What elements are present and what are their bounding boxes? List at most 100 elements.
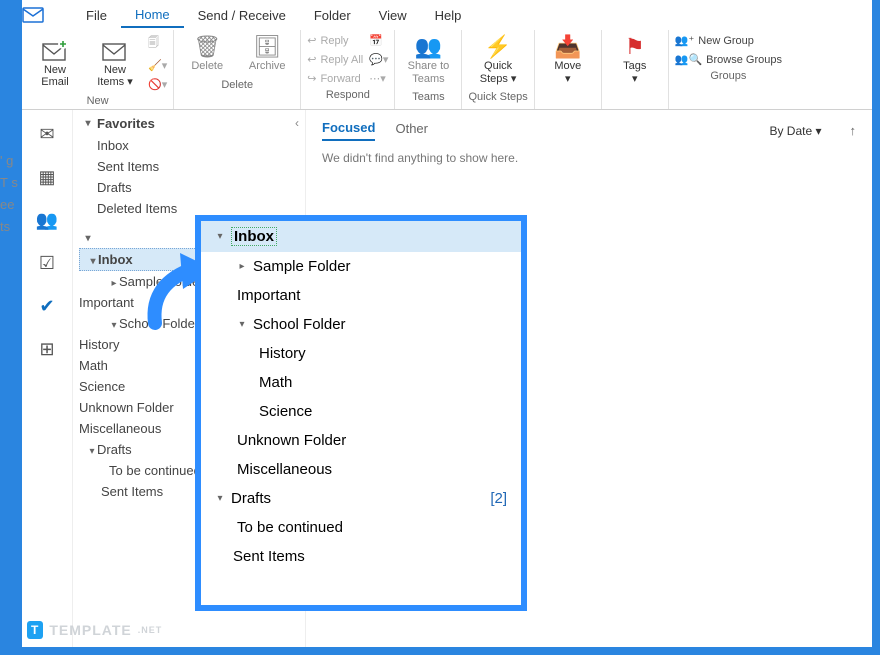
group-label-new: New [87,91,109,107]
drafts-label: Drafts [97,442,132,457]
forward-button[interactable]: ↪ Forward [307,72,363,85]
chevron-down-icon: ▾ [215,231,225,242]
callout-item[interactable]: Important [201,281,521,310]
callout-sent[interactable]: Sent Items [201,542,521,571]
archive-label: Archive [249,60,286,73]
reply-all-button[interactable]: ↩ Reply All [307,53,363,66]
cleanup-icon[interactable]: 🧹▾ [148,59,167,72]
people-plus-icon: 👥⁺ [675,34,695,47]
watermark-suffix: .NET [138,625,163,635]
watermark-badge-icon: T [27,621,43,639]
callout-drafts[interactable]: ▾ Drafts [2] [201,484,521,513]
rail-apps-icon[interactable]: ⊞ [39,339,54,360]
chevron-down-icon: ▾ [109,320,119,331]
chevron-down-icon: ▾ [83,118,93,129]
menu-home[interactable]: Home [121,3,184,28]
favorite-item[interactable]: Drafts [73,177,305,198]
delete-button[interactable]: 🗑 Delete [180,34,234,75]
respond-extra: 📅 💬▾ ⋯▾ [369,34,388,85]
callout-item[interactable]: Science [201,397,521,426]
chevron-down-icon: ▾ [237,319,247,330]
tree-item-label: Miscellaneous [79,421,161,436]
new-email-button[interactable]: New Email [28,38,82,91]
callout-item[interactable]: ▸Sample Folder [201,252,521,281]
new-email-icon [42,40,68,62]
new-small-buttons: 🗐 🧹▾ 🚫▾ [148,34,167,91]
new-group-button[interactable]: 👥⁺ New Group [675,34,782,47]
sort-direction-icon[interactable]: ↑ [850,123,857,138]
menubar: File Home Send / Receive Folder View Hel… [22,0,872,30]
ignore-icon[interactable]: 🗐 [148,34,167,53]
sort-by-date[interactable]: By Date ▾ [769,124,821,138]
callout-item-label: Important [237,287,300,304]
move-button[interactable]: 📥Move ▾ [541,34,595,87]
people-search-icon: 👥🔍 [675,53,702,66]
callout-item[interactable]: History [201,339,521,368]
tab-focused[interactable]: Focused [322,120,375,141]
watermark: T TEMPLATE.NET [27,621,162,639]
callout-item[interactable]: ▾School Folder [201,310,521,339]
mail-icon [22,7,72,23]
archive-button[interactable]: 🗄 Archive [240,34,294,75]
callout-inbox-label: Inbox [231,227,277,246]
callout-drafts-count: [2] [490,490,507,507]
favorites-header[interactable]: ▾Favorites [73,110,305,135]
archive-icon: 🗄 [253,36,281,58]
browse-groups-button[interactable]: 👥🔍 Browse Groups [675,53,782,66]
flag-icon: ⚑ [625,36,645,58]
ribbon-group-groups: 👥⁺ New Group 👥🔍 Browse Groups Groups [669,30,788,109]
reply-button[interactable]: ↩ Reply [307,34,363,47]
new-items-button[interactable]: New Items ▾ [88,38,142,91]
delete-label: Delete [191,60,223,73]
favorite-item[interactable]: Sent Items [73,156,305,177]
tags-button[interactable]: ⚑Tags ▾ [608,34,662,87]
tree-item-label: Science [79,379,125,394]
ribbon-group-quicksteps: ⚡Quick Steps ▾ Quick Steps [462,30,534,109]
chevron-down-icon: ▾ [215,493,225,504]
meeting-icon[interactable]: 📅 [369,34,388,47]
menu-view[interactable]: View [365,4,421,27]
more-respond-icon[interactable]: ⋯▾ [369,72,388,85]
menu-folder[interactable]: Folder [300,4,365,27]
rail-calendar-icon[interactable]: ▦ [38,167,55,188]
share-to-teams-button[interactable]: 👥Share to Teams [401,34,455,87]
callout-item-label: Science [259,403,312,420]
lightning-icon: ⚡ [484,36,511,58]
tree-item-label: Math [79,358,108,373]
move-icon: 📥 [554,36,581,58]
collapse-pane-icon[interactable]: ‹ [295,116,299,130]
menu-help[interactable]: Help [421,4,476,27]
reply-label: Reply [320,35,348,47]
callout-item-label: Unknown Folder [237,432,346,449]
favorite-item[interactable]: Inbox [73,135,305,156]
share-teams-label: Share to Teams [408,60,450,85]
tree-item-label: History [79,337,119,352]
group-label-teams: Teams [412,87,444,103]
browse-groups-label: Browse Groups [706,54,782,66]
rail-mail-icon[interactable]: ✉ [39,124,54,145]
chevron-down-icon: ▾ [87,446,97,457]
im-icon[interactable]: 💬▾ [369,53,388,66]
callout-drafts-label: Drafts [231,490,271,507]
callout-item[interactable]: To be continued [201,513,521,542]
callout-sent-label: Sent Items [233,548,305,565]
move-label: Move ▾ [554,60,581,85]
new-items-icon [102,40,128,62]
callout-item[interactable]: Miscellaneous [201,455,521,484]
quick-steps-button[interactable]: ⚡Quick Steps ▾ [471,34,525,87]
menu-send-receive[interactable]: Send / Receive [184,4,300,27]
tab-other[interactable]: Other [395,121,428,140]
callout-inbox[interactable]: ▾ Inbox [201,221,521,252]
delete-icon: 🗑 [193,36,221,58]
callout-item[interactable]: Unknown Folder [201,426,521,455]
ribbon-group-move: 📥Move ▾ [535,30,602,109]
rail-people-icon[interactable]: 👥 [36,210,58,231]
tags-label: Tags ▾ [623,60,646,85]
junk-icon[interactable]: 🚫▾ [148,78,167,91]
menu-file[interactable]: File [72,4,121,27]
rail-todo-icon[interactable]: ✔ [39,296,54,317]
rail-tasks-icon[interactable]: ☑ [39,253,55,274]
callout-item[interactable]: Math [201,368,521,397]
ribbon-group-teams: 👥Share to Teams Teams [395,30,462,109]
tree-item-label: Unknown Folder [79,400,174,415]
